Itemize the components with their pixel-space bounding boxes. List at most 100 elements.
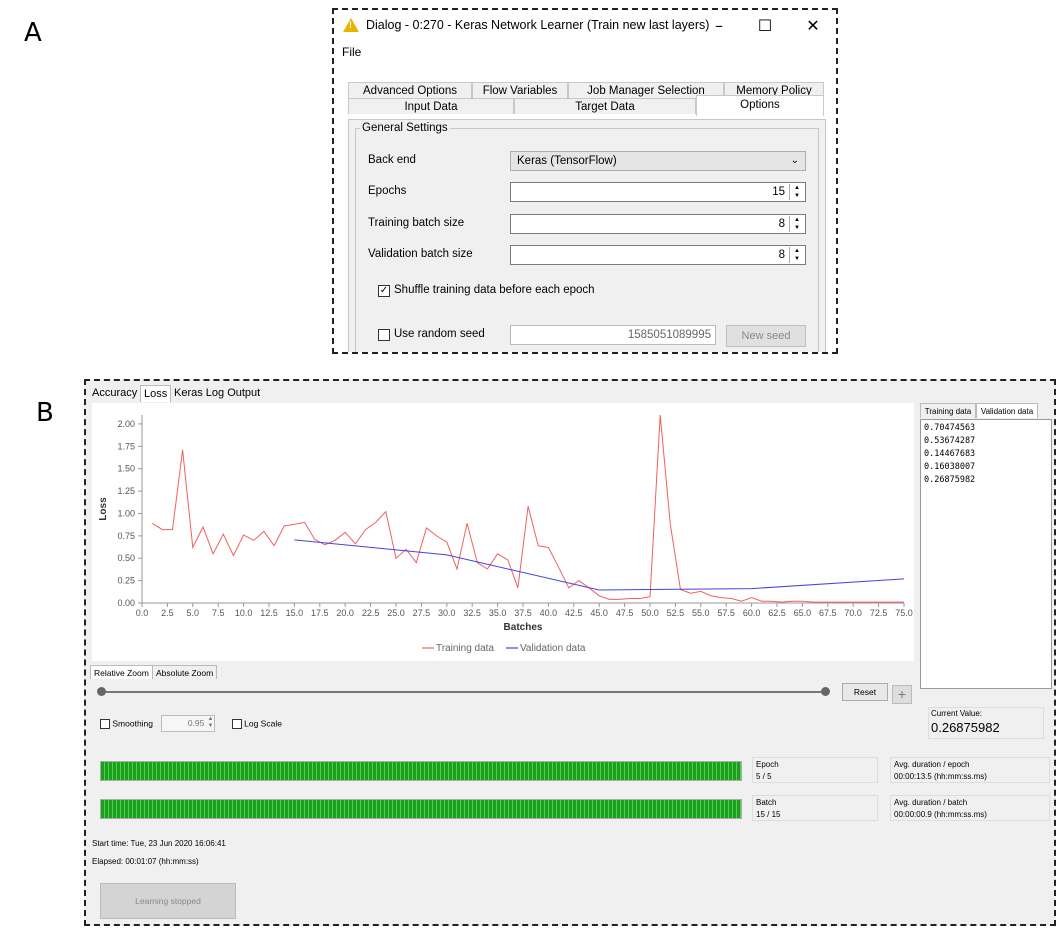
zoom-slider-track[interactable]	[100, 691, 826, 693]
batch-label: Batch	[756, 798, 777, 807]
learning-monitor: Accuracy Loss Keras Log Output 0.00 0.25 0…	[84, 379, 1056, 926]
seed-input[interactable]: 1585051089995	[510, 325, 716, 345]
tab-options[interactable]: Options	[696, 95, 824, 116]
x-tick-label: 25.0	[387, 608, 405, 618]
tab-validation-data[interactable]: Validation data	[976, 403, 1038, 418]
menu-file[interactable]: File	[342, 45, 361, 59]
spinner-icon[interactable]: ▲ ▼	[207, 716, 213, 730]
warning-icon: !	[343, 18, 359, 32]
y-tick-label: 1.50	[117, 464, 135, 474]
back-end-select[interactable]: Keras (TensorFlow) ⌄	[510, 151, 806, 171]
tab-training-data[interactable]: Training data	[920, 403, 976, 418]
tab-relative-zoom[interactable]: Relative Zoom	[90, 665, 153, 679]
spin-down-icon[interactable]: ▼	[790, 255, 804, 263]
epochs-stepper[interactable]: 15 ▲ ▼	[510, 182, 806, 202]
close-button[interactable]: ✕	[798, 14, 828, 38]
list-item: 0.26875982	[924, 475, 976, 485]
new-seed-button[interactable]: New seed	[726, 325, 806, 347]
x-tick-label: 7.5	[212, 608, 225, 618]
x-tick-label: 37.5	[514, 608, 532, 618]
legend-validation-label: Validation data	[520, 643, 586, 654]
x-tick-label: 45.0	[590, 608, 608, 618]
maximize-button[interactable]: ☐	[750, 14, 780, 38]
y-tick-label: 0.00	[117, 598, 135, 608]
spin-up-icon[interactable]: ▲	[790, 216, 804, 224]
x-tick-label: 17.5	[311, 608, 329, 618]
tab-keras-log-output[interactable]: Keras Log Output	[174, 385, 260, 401]
list-item: 0.16038007	[924, 462, 976, 472]
avg-batch-value: 00:00:00.9 (hh:mm:ss.ms)	[894, 810, 987, 819]
dialog-window: ! Dialog - 0:270 - Keras Network Learner…	[332, 8, 838, 354]
current-value-label: Current Value:	[931, 709, 982, 718]
minimize-button[interactable]: –	[704, 14, 734, 38]
current-value-box: Current Value: 0.26875982	[928, 707, 1044, 739]
training-batch-value: 8	[778, 218, 785, 230]
tab-advanced-options[interactable]: Advanced Options	[348, 82, 472, 98]
validation-values-list: 0.70474563 0.53674287 0.14467683 0.16038…	[920, 419, 1052, 689]
x-tick-label: 47.5	[616, 608, 634, 618]
training-batch-label: Training batch size	[368, 217, 465, 229]
back-end-label: Back end	[368, 154, 416, 166]
x-tick-label: 0.0	[136, 608, 149, 618]
spinner-buttons[interactable]: ▲ ▼	[789, 247, 804, 263]
y-axis-label: Loss	[98, 497, 109, 521]
x-tick-label: 10.0	[235, 608, 253, 618]
zoom-slider-right-handle[interactable]	[821, 687, 830, 696]
y-tick-label: 0.25	[117, 576, 135, 586]
tab-accuracy[interactable]: Accuracy	[92, 385, 137, 401]
reset-button[interactable]: Reset	[842, 683, 888, 701]
elapsed-time: Elapsed: 00:01:07 (hh:mm:ss)	[92, 857, 199, 866]
plus-button[interactable]: +	[892, 685, 912, 704]
x-tick-label: 70.0	[844, 608, 862, 618]
spin-up-icon[interactable]: ▲	[790, 184, 804, 192]
x-tick-label: 32.5	[463, 608, 481, 618]
training-batch-stepper[interactable]: 8 ▲ ▼	[510, 214, 806, 234]
shuffle-label: Shuffle training data before each epoch	[394, 284, 595, 296]
chevron-down-icon: ⌄	[790, 155, 799, 166]
random-seed-checkbox[interactable]	[378, 329, 390, 341]
x-tick-label: 27.5	[413, 608, 431, 618]
tab-flow-variables[interactable]: Flow Variables	[472, 82, 568, 98]
smoothing-checkbox[interactable]	[100, 718, 110, 729]
x-tick-label: 67.5	[819, 608, 837, 618]
x-tick-label: 2.5	[161, 608, 174, 618]
y-tick-label: 1.00	[117, 508, 135, 518]
y-tick-label: 1.75	[117, 441, 135, 451]
seed-value: 1585051089995	[627, 329, 711, 341]
shuffle-checkbox[interactable]: ✓	[378, 285, 390, 297]
spinner-buttons[interactable]: ▲ ▼	[789, 216, 804, 232]
learning-stopped-button[interactable]: Learning stopped	[100, 883, 236, 919]
spin-down-icon[interactable]: ▼	[790, 192, 804, 200]
smoothing-stepper[interactable]: 0.95 ▲ ▼	[161, 715, 216, 732]
log-scale-checkbox[interactable]	[231, 718, 242, 729]
x-tick-label: 52.5	[667, 608, 685, 618]
x-tick-label: 22.5	[362, 608, 380, 618]
start-time: Start time: Tue, 23 Jun 2020 16:06:41	[92, 839, 226, 848]
zoom-slider-left-handle[interactable]	[97, 687, 106, 696]
batch-value: 15 / 15	[756, 810, 781, 819]
validation-batch-label: Validation batch size	[368, 248, 473, 260]
x-tick-label: 62.5	[768, 608, 786, 618]
x-tick-label: 42.5	[565, 608, 583, 618]
tab-loss[interactable]: Loss	[140, 385, 172, 402]
x-tick-label: 15.0	[286, 608, 304, 618]
spin-up-icon[interactable]: ▲	[790, 247, 804, 255]
batch-progress-bar	[100, 799, 742, 819]
validation-batch-stepper[interactable]: 8 ▲ ▼	[510, 245, 806, 265]
tab-input-data[interactable]: Input Data	[348, 98, 514, 114]
spin-down-icon[interactable]: ▼	[790, 224, 804, 232]
x-tick-label: 50.0	[641, 608, 659, 618]
y-tick-label: 0.75	[117, 531, 135, 541]
tab-absolute-zoom[interactable]: Absolute Zoom	[152, 665, 218, 679]
x-tick-label: 40.0	[540, 608, 558, 618]
spinner-buttons[interactable]: ▲ ▼	[789, 184, 804, 200]
loss-chart: 0.00 0.25 0.50 0.75 1.00 1.25 1.50 1.75 2.00 0.0 2…	[92, 403, 914, 661]
panel-label-a: A	[24, 18, 42, 48]
batch-info: Batch 15 / 15	[752, 795, 878, 821]
random-seed-label: Use random seed	[394, 328, 485, 340]
tab-target-data[interactable]: Target Data	[514, 98, 696, 114]
validation-data-line	[294, 539, 905, 591]
y-tick-label: 1.25	[117, 486, 135, 496]
options-panel: General Settings Back end Keras (TensorF…	[348, 119, 826, 352]
values-panel: Training data Validation data 0.70474563…	[918, 403, 1054, 739]
